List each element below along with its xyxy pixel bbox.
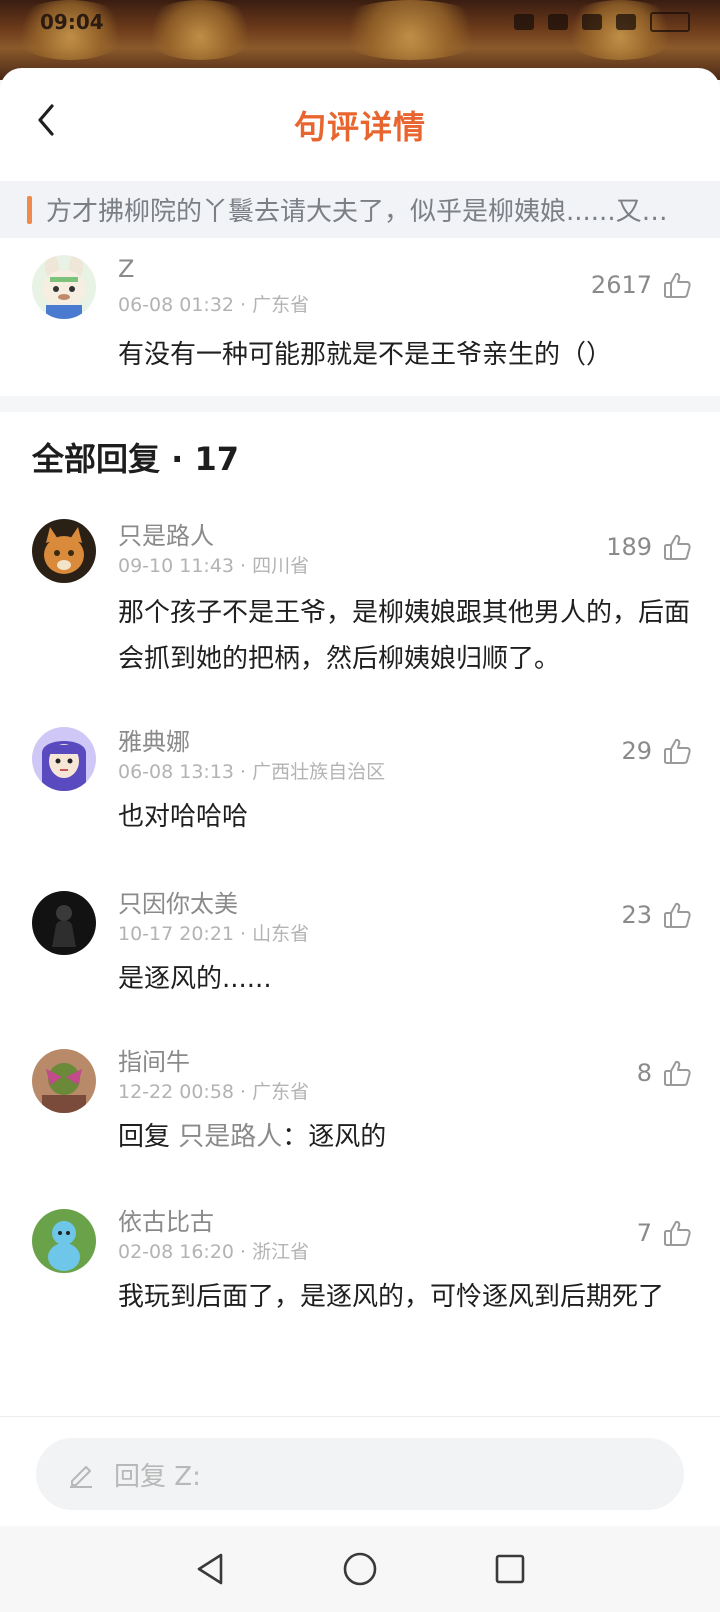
avatar-toy-icon <box>32 1209 96 1273</box>
nav-home-button[interactable] <box>340 1549 380 1589</box>
avatar-silhouette-icon <box>32 891 96 955</box>
reply-item: 指间牛 12-22 00:58 · 广东省 8 回复 只是路人：逐风的 <box>0 1038 720 1188</box>
like-button[interactable]: 23 <box>621 900 692 930</box>
commenter-name[interactable]: 依古比古 <box>118 1202 214 1237</box>
comment-text: 我玩到后面了，是逐风的，可怜逐风到后期死了 <box>118 1282 665 1312</box>
avatar[interactable] <box>32 255 96 319</box>
reply-item: 依古比古 02-08 16:20 · 浙江省 7 我玩到后面了，是逐风的，可怜逐… <box>0 1198 720 1408</box>
like-button[interactable]: 8 <box>637 1058 692 1088</box>
reply-mention[interactable]: 只是路人 <box>178 1122 282 1152</box>
wifi-icon <box>582 14 602 30</box>
avatar[interactable] <box>32 891 96 955</box>
commenter-name[interactable]: 只因你太美 <box>118 884 238 919</box>
status-icons <box>514 12 690 32</box>
page-title: 句评详情 <box>293 108 426 146</box>
like-count: 2617 <box>590 271 652 299</box>
like-button[interactable]: 2617 <box>591 270 692 300</box>
square-recents-icon <box>495 1554 525 1584</box>
bottom-divider <box>0 1416 720 1417</box>
commenter-name[interactable]: 雅典娜 <box>118 722 190 757</box>
like-count: 8 <box>636 1059 652 1087</box>
avatar-anime-girl-icon <box>32 727 96 791</box>
avatar[interactable] <box>32 519 96 583</box>
eye-icon <box>514 14 534 30</box>
avatar-cat-icon <box>32 519 96 583</box>
thumbs-up-icon <box>664 738 691 764</box>
like-count: 7 <box>636 1219 652 1247</box>
reply-item: 雅典娜 06-08 13:13 · 广西壮族自治区 29 也对哈哈哈 <box>0 716 720 866</box>
quote-text: 方才拂柳院的丫鬟去请大夫了，似乎是柳姨娘......又… <box>46 197 668 227</box>
avatar[interactable] <box>32 1209 96 1273</box>
like-count: 189 <box>606 533 652 561</box>
thumbs-up-icon <box>664 272 691 298</box>
header: 句评详情 <box>0 68 720 180</box>
avatar-character-icon <box>32 255 96 319</box>
status-time: 09:04 <box>40 10 104 34</box>
commenter-name[interactable]: 指间牛 <box>118 1042 190 1077</box>
thumbs-up-icon <box>664 1220 691 1246</box>
comment-text: 回复 只是路人：逐风的 <box>118 1114 690 1160</box>
comment-text: 是逐风的...... <box>118 964 272 994</box>
circle-home-icon <box>343 1552 377 1586</box>
system-navbar <box>0 1526 720 1612</box>
like-count: 23 <box>621 901 652 929</box>
thumbs-up-icon <box>664 1060 691 1086</box>
reply-item: 只因你太美 10-17 20:21 · 山东省 23 是逐风的...... <box>0 878 720 1028</box>
commenter-name[interactable]: 只是路人 <box>118 516 214 551</box>
reply-input[interactable]: 回复 Z: <box>36 1438 684 1510</box>
comment-detail-sheet: 句评详情 方才拂柳院的丫鬟去请大夫了，似乎是柳姨娘......又… Z 06-0… <box>0 68 720 1612</box>
reply-prefix: 回复 <box>118 1122 179 1152</box>
quote-bar[interactable]: 方才拂柳院的丫鬟去请大夫了，似乎是柳姨娘......又… <box>0 181 720 238</box>
replies-header: 全部回复 · 17 <box>32 440 239 478</box>
like-button[interactable]: 189 <box>606 532 692 562</box>
comment-meta: 12-22 00:58 · 广东省 <box>118 1081 310 1103</box>
quote-marker <box>27 195 32 224</box>
wallpaper-ornament <box>330 0 490 60</box>
avatar-creature-icon <box>32 1049 96 1113</box>
comment-text: 那个孩子不是王爷，是柳姨娘跟其他男人的，后面会抓到她的把柄，然后柳姨娘归顺了。 <box>118 598 691 674</box>
mute-icon <box>548 14 568 30</box>
thumbs-up-icon <box>664 902 691 928</box>
commenter-name[interactable]: Z <box>118 255 134 283</box>
wallpaper-ornament <box>140 0 260 60</box>
comment-meta: 10-17 20:21 · 山东省 <box>118 923 310 945</box>
reply-item: 只是路人 09-10 11:43 · 四川省 189 那个孩子不是王爷，是柳姨娘… <box>0 508 720 708</box>
nav-recents-button[interactable] <box>490 1549 530 1589</box>
like-button[interactable]: 7 <box>637 1218 692 1248</box>
signal-icon <box>616 14 636 30</box>
comment-meta: 06-08 01:32 · 广东省 <box>118 294 310 316</box>
reply-input-placeholder: 回复 Z: <box>114 1461 201 1492</box>
reply-body: ：逐风的 <box>282 1122 387 1152</box>
comment-meta: 02-08 16:20 · 浙江省 <box>118 1241 310 1263</box>
like-count: 29 <box>621 737 652 765</box>
comment-text: 也对哈哈哈 <box>118 802 249 832</box>
triangle-back-icon <box>197 1553 223 1585</box>
like-button[interactable]: 29 <box>621 736 692 766</box>
nav-back-button[interactable] <box>190 1549 230 1589</box>
battery-icon <box>650 12 690 32</box>
thumbs-up-icon <box>664 534 691 560</box>
avatar[interactable] <box>32 1049 96 1113</box>
comment-meta: 09-10 11:43 · 四川省 <box>118 555 310 577</box>
section-divider <box>0 396 720 412</box>
main-comment: Z 06-08 01:32 · 广东省 2617 有没有一种可能那就是不是王爷亲… <box>0 238 720 396</box>
pencil-icon <box>66 1459 96 1489</box>
comment-meta: 06-08 13:13 · 广西壮族自治区 <box>118 761 386 783</box>
avatar[interactable] <box>32 727 96 791</box>
comment-text: 有没有一种可能那就是不是王爷亲生的（） <box>118 340 613 370</box>
